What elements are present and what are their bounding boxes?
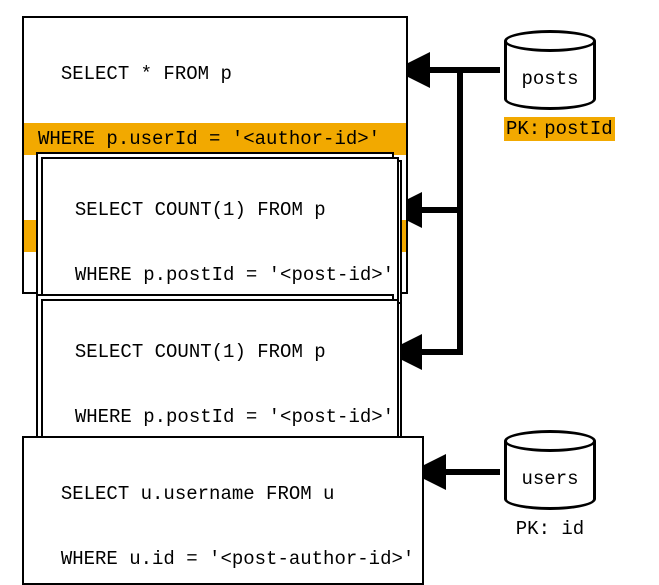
pk-prefix: PK: [516, 518, 550, 540]
pk-value: postId [542, 117, 614, 141]
pk-value: id [561, 518, 584, 540]
query-box-users: SELECT u.username FROM u WHERE u.id = '<… [22, 436, 424, 585]
sql-line: SELECT COUNT(1) FROM p [75, 341, 326, 363]
sql-line: SELECT * FROM p [61, 63, 232, 85]
database-label: users [504, 468, 596, 490]
sql-line: SELECT u.username FROM u [61, 483, 335, 505]
sql-line: WHERE p.postId = '<post-id>' [75, 406, 394, 428]
sql-line-highlight: WHERE p.userId = '<author-id>' [24, 123, 406, 155]
cylinder-icon: posts [504, 30, 596, 110]
partition-key: PK:postId [504, 118, 596, 140]
partition-key: PK: id [504, 518, 596, 540]
cylinder-icon: users [504, 430, 596, 510]
pk-prefix: PK: [504, 117, 542, 141]
sql-line: SELECT COUNT(1) FROM p [75, 199, 326, 221]
sql-line: WHERE u.id = '<post-author-id>' [61, 548, 414, 570]
database-users: users PK: id [504, 430, 596, 540]
database-posts: posts PK:postId [504, 30, 596, 140]
database-label: posts [504, 68, 596, 90]
sql-line: WHERE p.postId = '<post-id>' [75, 264, 394, 286]
